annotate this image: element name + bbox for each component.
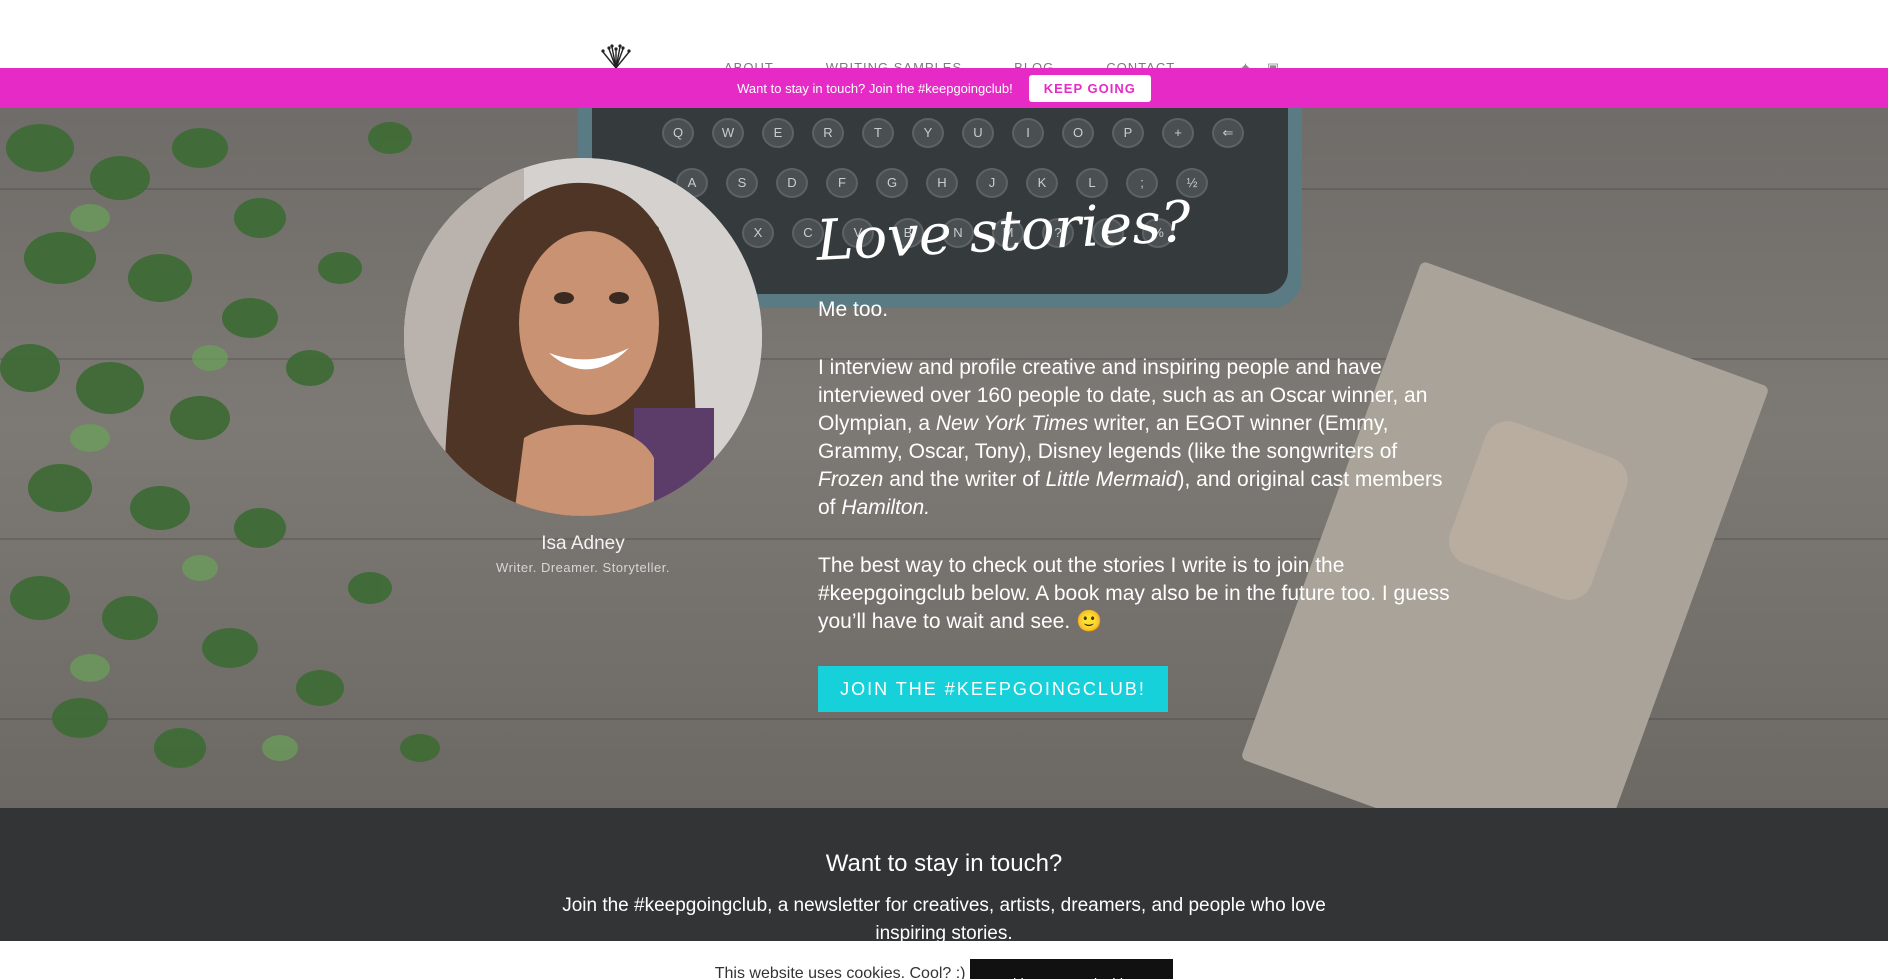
profile-tagline: Writer. Dreamer. Storyteller. (496, 560, 670, 575)
accept-cookies-button[interactable]: Cookies are cool with me! (969, 959, 1174, 979)
cookie-text: This website uses cookies. Cool? :) (714, 965, 966, 979)
typewriter-key: I (1012, 118, 1044, 148)
intro-text: Me too. (818, 298, 889, 321)
newsletter-title: Want to stay in touch? (825, 850, 1063, 877)
typewriter-key: Y (912, 118, 944, 148)
typewriter-key: + (1162, 118, 1194, 148)
notebook-label (1442, 414, 1635, 607)
site-logo[interactable] (592, 42, 640, 68)
typewriter-key: Q (662, 118, 694, 148)
typewriter-key: O (1062, 118, 1094, 148)
bio-paragraph: I interview and profile creative and ins… (818, 356, 1443, 519)
typewriter-key: R (812, 118, 844, 148)
typewriter-key: X (742, 218, 774, 248)
typewriter-key: K (1026, 168, 1058, 198)
hero-section: QWERTYUIOP+⇐ASDFGHJKL;½ZXCVBNM?:% (0, 108, 1888, 808)
typewriter-key: D (776, 168, 808, 198)
newsletter-section: Want to stay in touch? Join the #keepgoi… (0, 808, 1888, 944)
typewriter-key: J (976, 168, 1008, 198)
hero-content: Love stories? Me too. I interview and pr… (815, 189, 1458, 712)
typewriter-key: U (962, 118, 994, 148)
promo-text: Want to stay in touch? Join the #keepgoi… (737, 80, 1013, 96)
cta-paragraph: The best way to check out the stories I … (818, 554, 1450, 633)
cookie-banner: This website uses cookies. Cool? :) Cook… (0, 941, 1888, 979)
top-navigation: ABOUT WRITING SAMPLES BLOG CONTACT ✦ ▣ (0, 0, 1888, 75)
typewriter-key: F (826, 168, 858, 198)
newsletter-description: Join the #keepgoingclub, a newsletter fo… (562, 895, 1326, 944)
typewriter-key: H (926, 168, 958, 198)
typewriter-key: G (876, 168, 908, 198)
promo-bar: Want to stay in touch? Join the #keepgoi… (0, 68, 1888, 108)
typewriter-key: T (862, 118, 894, 148)
profile-name: Isa Adney (541, 533, 625, 554)
typewriter-key: E (762, 118, 794, 148)
typewriter-key: S (726, 168, 758, 198)
typewriter-key: P (1112, 118, 1144, 148)
keep-going-button[interactable]: KEEP GOING (1028, 74, 1151, 102)
join-keepgoingclub-button[interactable]: JOIN THE #KEEPGOINGCLUB! (818, 666, 1168, 712)
plant-leaves-image (0, 122, 440, 768)
typewriter-key: ⇐ (1212, 118, 1244, 148)
typewriter-key: W (712, 118, 744, 148)
profile-photo (404, 158, 762, 516)
